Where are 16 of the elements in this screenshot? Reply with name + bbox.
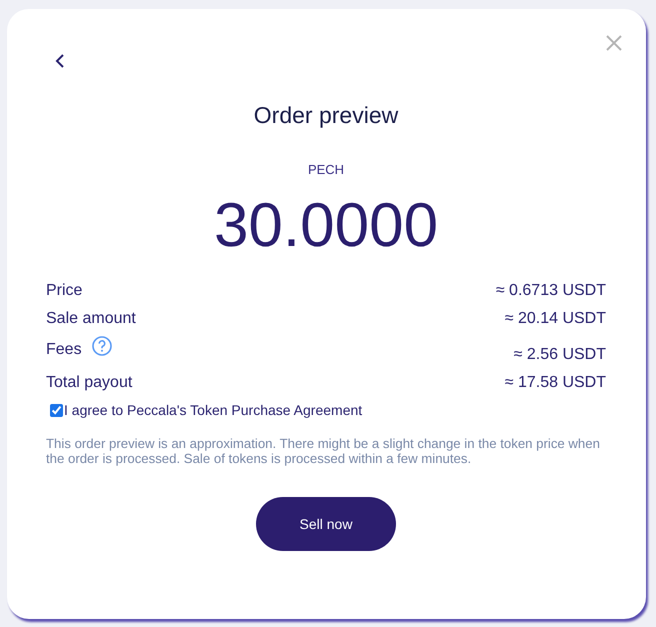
agreement-checkbox[interactable] [50,404,63,417]
token-amount: 30.0000 [212,192,440,260]
dialog-title: Order preview [252,102,400,129]
row-value: ≈ 17.58 USDT [504,374,606,392]
token-symbol: PECH [306,162,346,177]
row-label: Total payout [46,374,132,392]
row-value: ≈ 20.14 USDT [504,310,606,328]
agreement-label: I agree to Peccala's Token Purchase Agreement [64,402,362,418]
sell-now-button[interactable]: Sell now [256,497,396,552]
row-label: Fees [46,341,82,360]
row-label: Price [46,282,82,300]
row-value: ≈ 0.6713 USDT [496,282,606,300]
row-value: ≈ 2.56 USDT [514,346,606,364]
row-label: Sale amount [46,310,136,328]
help-icon[interactable] [92,336,112,356]
disclaimer-text: This order preview is an approximation. There might be a slight change in the token price when the order is processed. Sale of tokens is processed within a few minutes. [46,436,601,466]
